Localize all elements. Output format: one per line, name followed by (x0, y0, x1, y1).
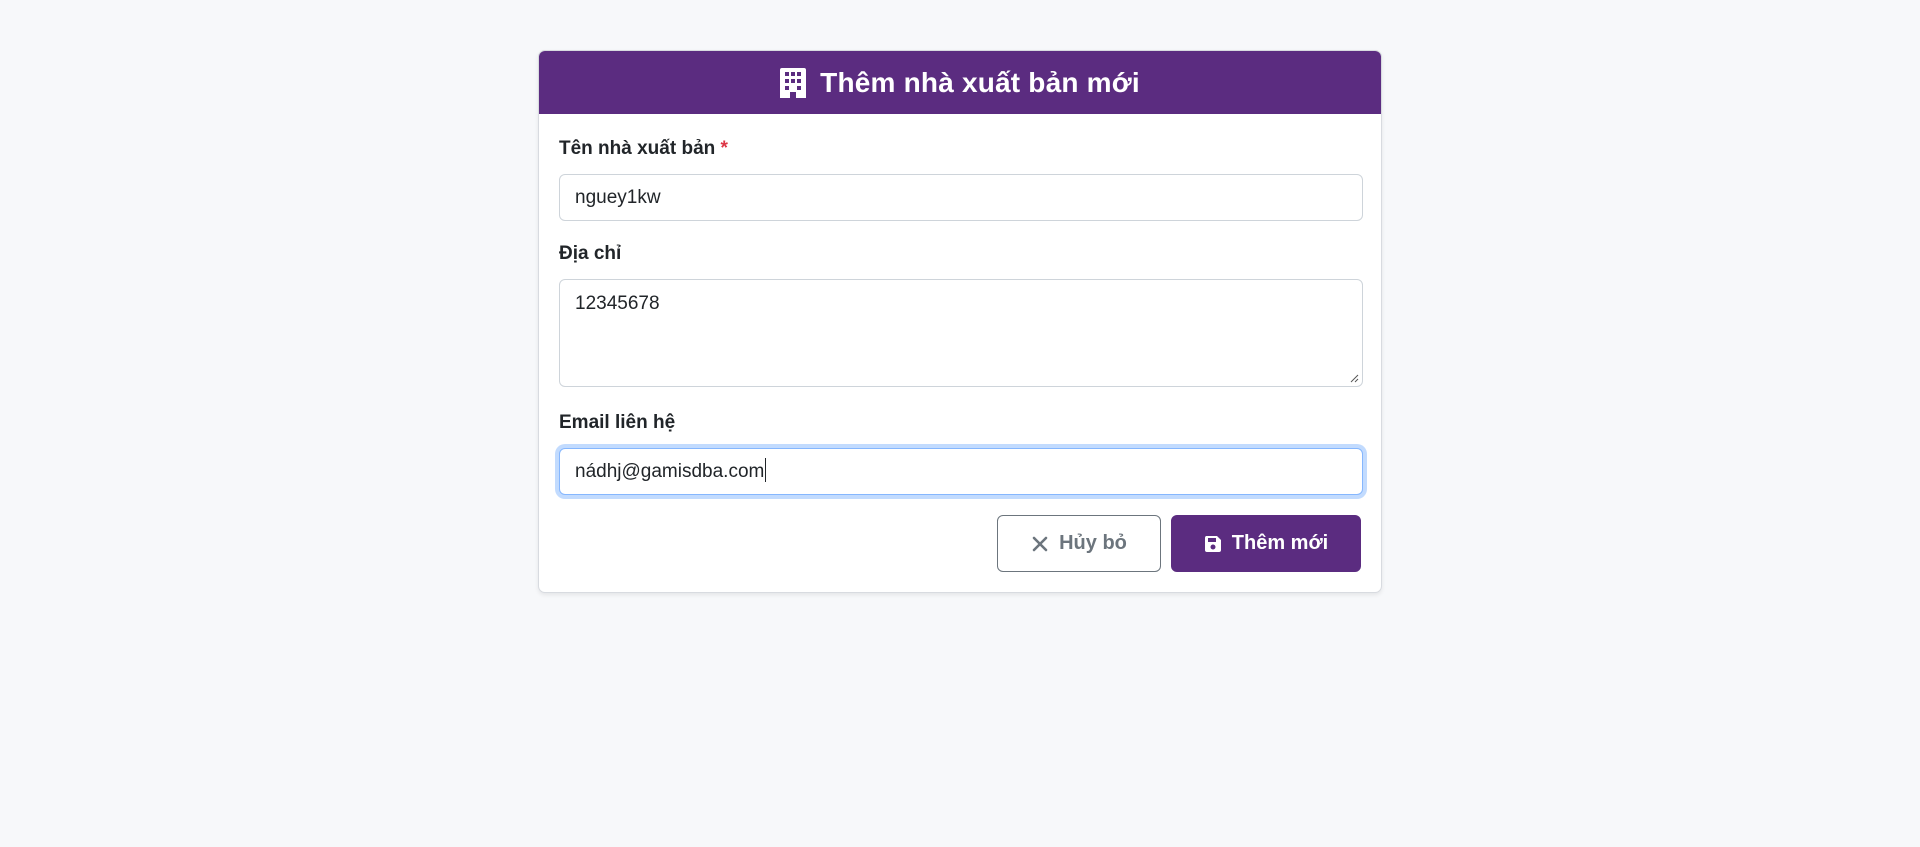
form-actions: Hủy bỏ Thêm mới (559, 515, 1361, 572)
address-value: 12345678 (575, 293, 660, 314)
close-icon (1031, 535, 1049, 553)
save-icon (1204, 535, 1222, 553)
cancel-button-label: Hủy bỏ (1059, 532, 1127, 554)
email-value: nádhj@gamisdba.com (575, 461, 765, 482)
add-new-button[interactable]: Thêm mới (1171, 515, 1361, 572)
address-label: Địa chỉ (559, 243, 622, 264)
address-textarea[interactable]: 12345678 (559, 279, 1363, 387)
publisher-name-group: Tên nhà xuất bản * nguey1kw (559, 138, 1363, 221)
add-new-button-label: Thêm mới (1231, 532, 1329, 554)
required-mark: * (720, 138, 728, 159)
address-group: Địa chỉ 12345678 (559, 243, 1363, 387)
cancel-button[interactable]: Hủy bỏ (997, 515, 1161, 572)
text-caret (765, 457, 767, 482)
form-body: Tên nhà xuất bản * nguey1kw Địa chỉ 1234… (539, 114, 1381, 592)
building-icon (780, 67, 807, 98)
add-publisher-card: Thêm nhà xuất bản mới Tên nhà xuất bản *… (538, 50, 1382, 593)
email-input[interactable]: nádhj@gamisdba.com (559, 448, 1363, 495)
email-label: Email liên hệ (559, 412, 676, 433)
publisher-name-label: Tên nhà xuất bản * (559, 138, 1361, 160)
publisher-name-input[interactable]: nguey1kw (559, 174, 1363, 221)
email-group: Email liên hệ nádhj@gamisdba.com (559, 412, 1363, 495)
resize-handle-icon[interactable] (1349, 373, 1359, 383)
card-header: Thêm nhà xuất bản mới (539, 51, 1381, 114)
page-title: Thêm nhà xuất bản mới (820, 66, 1140, 98)
publisher-name-label-text: Tên nhà xuất bản (559, 138, 716, 159)
